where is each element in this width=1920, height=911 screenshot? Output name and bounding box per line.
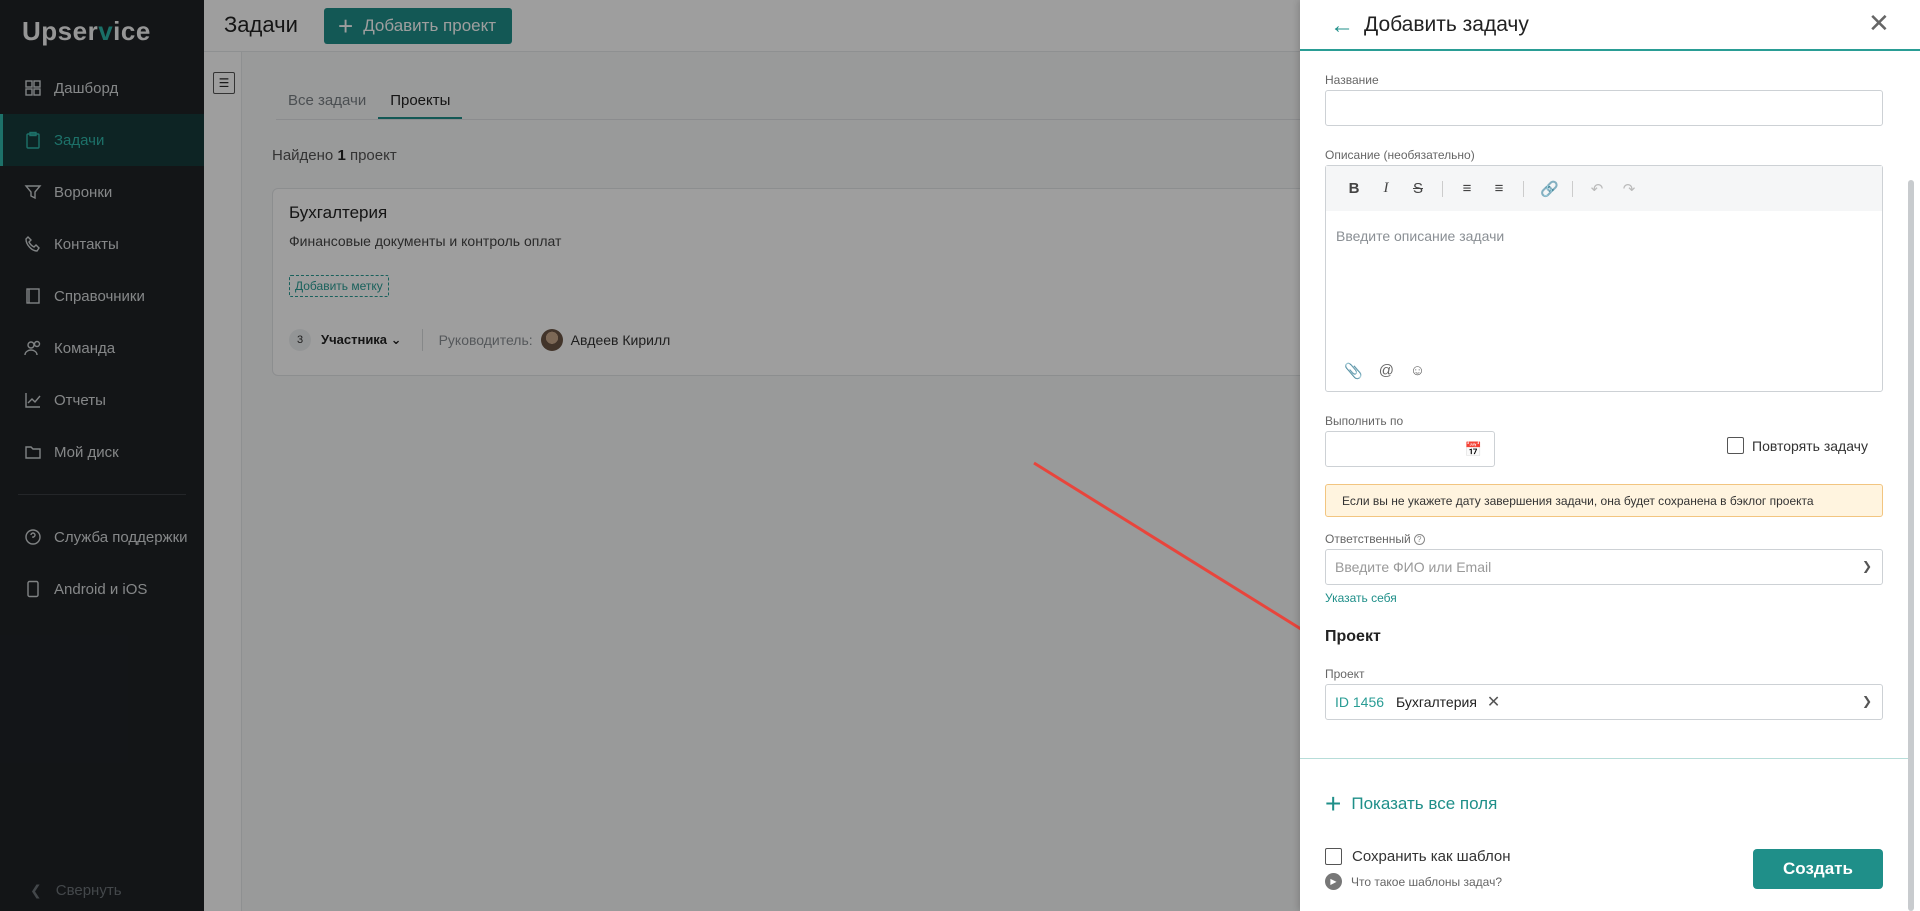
description-label: Описание (необязательно): [1325, 148, 1475, 162]
link-icon[interactable]: 🔗: [1540, 180, 1559, 198]
clear-project-icon[interactable]: ✕: [1487, 692, 1500, 712]
description-editor[interactable]: B I S ≡ ≡ 🔗 ↶ ↷ Введите описание задачи …: [1325, 165, 1883, 392]
assign-self-link[interactable]: Указать себя: [1325, 591, 1397, 605]
repeat-task-label: Повторять задачу: [1752, 437, 1868, 454]
project-select[interactable]: ID 1456 Бухгалтерия ✕ ❯: [1325, 684, 1883, 720]
name-label: Название: [1325, 73, 1379, 87]
description-placeholder: Введите описание задачи: [1336, 228, 1505, 244]
repeat-task-toggle[interactable]: Повторять задачу: [1727, 437, 1868, 454]
templates-help-label: Что такое шаблоны задач?: [1351, 874, 1503, 889]
italic-icon[interactable]: I: [1378, 180, 1394, 197]
divider: [1300, 758, 1908, 759]
calendar-icon: 📅: [1464, 441, 1482, 457]
arrow-left-icon[interactable]: ←: [1330, 12, 1354, 40]
save-template-toggle[interactable]: Сохранить как шаблон: [1325, 848, 1511, 865]
backlog-warning: Если вы не укажете дату завершения задач…: [1325, 484, 1883, 517]
plus-icon: +: [1325, 788, 1342, 819]
save-template-checkbox[interactable]: [1325, 848, 1342, 865]
mention-icon[interactable]: @: [1379, 362, 1394, 380]
add-task-panel: ← Добавить задачу ✕ Название Описание (н…: [1300, 0, 1920, 911]
close-icon[interactable]: ✕: [1868, 10, 1890, 36]
assignee-placeholder: Введите ФИО или Email: [1335, 559, 1492, 575]
panel-header: ← Добавить задачу ✕: [1300, 0, 1920, 51]
play-icon: ▶: [1325, 873, 1342, 890]
strikethrough-icon[interactable]: S: [1410, 180, 1426, 197]
emoji-icon[interactable]: ☺: [1410, 362, 1425, 380]
show-all-fields-button[interactable]: + Показать все поля: [1325, 790, 1497, 818]
question-icon[interactable]: ?: [1413, 534, 1425, 545]
chevron-down-icon: ❯: [1861, 694, 1872, 708]
undo-icon[interactable]: ↶: [1589, 180, 1605, 198]
project-name: Бухгалтерия: [1396, 694, 1477, 710]
due-date-input[interactable]: 📅: [1325, 431, 1495, 467]
redo-icon[interactable]: ↷: [1621, 180, 1637, 198]
templates-help-link[interactable]: ▶ Что такое шаблоны задач?: [1325, 873, 1502, 890]
divider: [1572, 180, 1573, 197]
task-name-input[interactable]: [1325, 90, 1883, 126]
editor-toolbar: B I S ≡ ≡ 🔗 ↶ ↷: [1326, 166, 1882, 211]
due-date-label: Выполнить по: [1325, 414, 1404, 428]
divider: [1442, 180, 1443, 197]
project-label: Проект: [1325, 667, 1365, 681]
editor-actions: 📎 @ ☺: [1344, 362, 1441, 380]
assignee-select[interactable]: Введите ФИО или Email ❯: [1325, 549, 1883, 585]
project-id: ID 1456: [1335, 694, 1385, 710]
show-all-fields-label: Показать все поля: [1351, 794, 1498, 813]
numbered-list-icon[interactable]: ≡: [1491, 180, 1507, 197]
scrollbar[interactable]: [1908, 180, 1914, 911]
save-template-label: Сохранить как шаблон: [1352, 848, 1511, 865]
assignee-label: Ответственный?: [1325, 532, 1425, 546]
repeat-task-checkbox[interactable]: [1727, 437, 1744, 454]
chevron-down-icon: ❯: [1861, 559, 1872, 573]
create-button[interactable]: Создать: [1753, 849, 1883, 889]
bullet-list-icon[interactable]: ≡: [1459, 180, 1475, 197]
divider: [1523, 180, 1524, 197]
paperclip-icon[interactable]: 📎: [1344, 362, 1363, 380]
panel-title: Добавить задачу: [1364, 13, 1529, 36]
bold-icon[interactable]: B: [1346, 180, 1362, 197]
project-section-title: Проект: [1325, 628, 1381, 645]
